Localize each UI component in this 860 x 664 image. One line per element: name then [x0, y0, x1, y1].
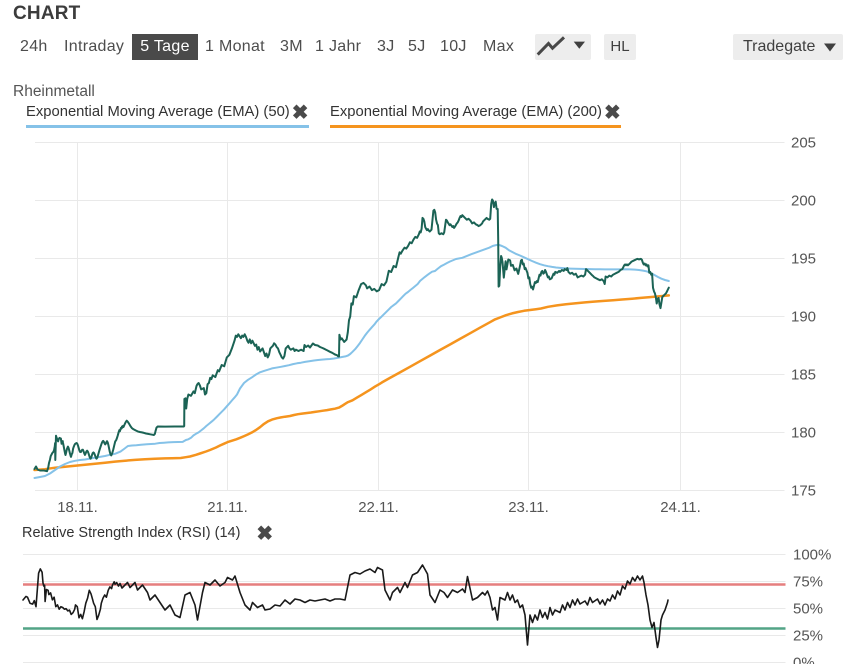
svg-text:18.11.: 18.11. — [57, 499, 98, 516]
svg-text:200: 200 — [791, 193, 816, 210]
svg-text:23.11.: 23.11. — [508, 499, 549, 516]
svg-text:180: 180 — [791, 425, 816, 442]
svg-text:190: 190 — [791, 309, 816, 326]
svg-text:185: 185 — [791, 367, 816, 384]
svg-text:25%: 25% — [793, 628, 823, 645]
svg-text:175: 175 — [791, 483, 816, 500]
svg-text:0%: 0% — [793, 655, 815, 664]
svg-text:22.11.: 22.11. — [358, 499, 399, 516]
svg-text:21.11.: 21.11. — [207, 499, 248, 516]
svg-text:205: 205 — [791, 135, 816, 152]
svg-text:24.11.: 24.11. — [660, 499, 701, 516]
svg-text:75%: 75% — [793, 574, 823, 591]
svg-text:50%: 50% — [793, 601, 823, 618]
svg-text:100%: 100% — [793, 547, 831, 564]
svg-text:195: 195 — [791, 251, 816, 268]
